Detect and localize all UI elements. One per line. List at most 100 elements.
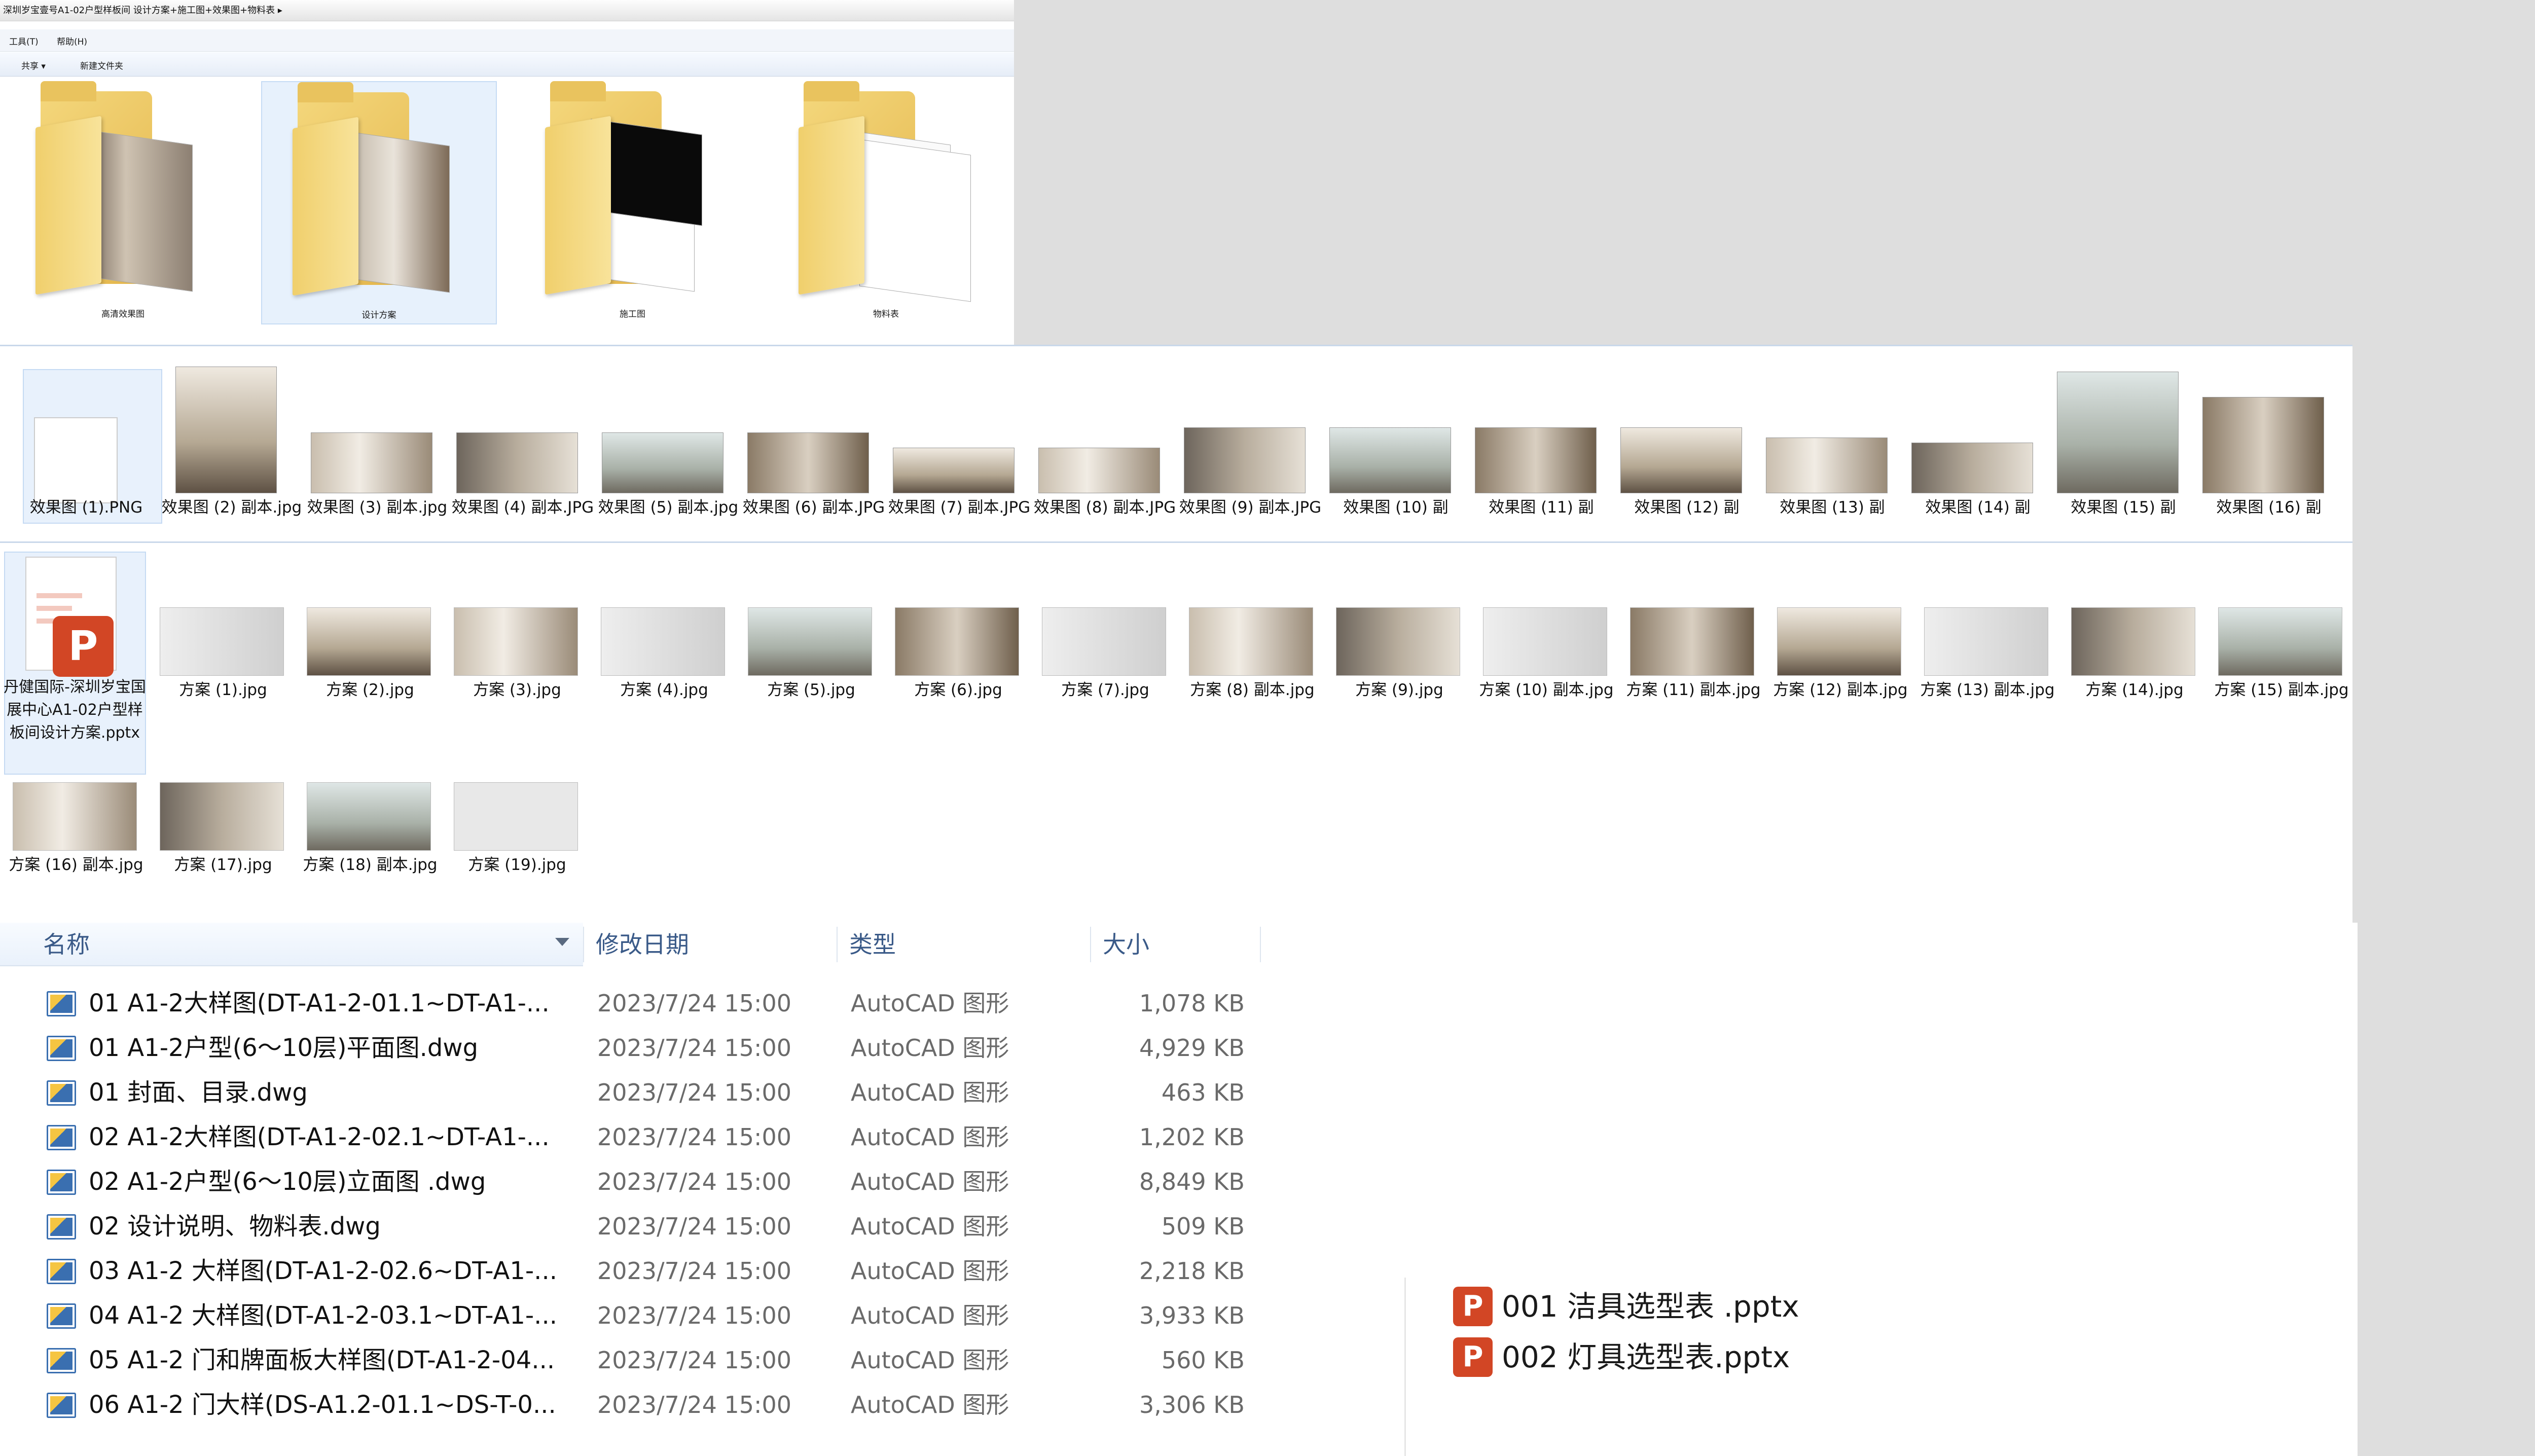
- column-header-type[interactable]: 类型: [849, 923, 896, 966]
- file-type: AutoCAD 图形: [851, 990, 1009, 1017]
- folder-material-list[interactable]: 物料表: [768, 81, 1004, 324]
- menu-help[interactable]: 帮助(H): [57, 34, 87, 47]
- thumbnail[interactable]: [311, 432, 432, 493]
- thumbnail[interactable]: [1189, 607, 1313, 676]
- file-type: AutoCAD 图形: [851, 1346, 1009, 1374]
- thumbnail-label: 效果图 (8) 副本.JPG: [1033, 498, 1176, 517]
- thumbnail[interactable]: [2218, 607, 2342, 676]
- folder-label: 施工图: [620, 309, 645, 319]
- thumbnail[interactable]: [895, 607, 1019, 676]
- thumbnail[interactable]: [2202, 397, 2324, 493]
- thumbnail[interactable]: [1038, 448, 1160, 493]
- file-size: 560 KB: [1161, 1346, 1245, 1374]
- file-name: 05 A1-2 门和牌面板大样图(DT-A1-2-04...: [89, 1346, 555, 1374]
- file-row[interactable]: 02 设计说明、物料表.dwg 2023/7/24 15:00 AutoCAD 图形…: [0, 1204, 1318, 1249]
- thumbnail-label: 方案 (5).jpg: [767, 681, 855, 699]
- file-size: 1,202 KB: [1139, 1123, 1245, 1151]
- file-row[interactable]: 01 A1-2户型(6～10层)平面图.dwg 2023/7/24 15:00 Au…: [0, 1026, 1318, 1070]
- thumbnail[interactable]: [1620, 427, 1742, 493]
- thumbnail[interactable]: [601, 607, 725, 676]
- dwg-file-icon: [47, 1170, 76, 1195]
- thumbnail[interactable]: [2057, 372, 2179, 493]
- file-date: 2023/7/24 15:00: [597, 1346, 792, 1374]
- file-row[interactable]: 04 A1-2 大样图(DT-A1-2-03.1~DT-A1-... 2023/7…: [0, 1293, 1318, 1338]
- file-row[interactable]: 02 A1-2户型(6～10层)立面图 .dwg 2023/7/24 15:00 A…: [0, 1159, 1318, 1204]
- thumbnail[interactable]: [1336, 607, 1460, 676]
- file-size: 3,306 KB: [1139, 1391, 1245, 1418]
- new-folder-button[interactable]: 新建文件夹: [80, 59, 123, 71]
- file-row[interactable]: 02 A1-2大样图(DT-A1-2-02.1~DT-A1-... 2023/7/…: [0, 1115, 1318, 1159]
- dwg-file-icon: [47, 1214, 76, 1240]
- thumbnail[interactable]: [34, 417, 118, 503]
- thumbnail[interactable]: [13, 782, 137, 851]
- dwg-file-icon: [47, 1348, 76, 1373]
- thumbnail[interactable]: [160, 607, 284, 676]
- thumbnail-label: 效果图 (1).PNG: [29, 498, 143, 517]
- thumbnail-label: 方案 (1).jpg: [179, 681, 267, 699]
- pptx-file-icon[interactable]: P: [25, 557, 117, 677]
- thumbnail-label: 方案 (7).jpg: [1061, 681, 1149, 699]
- file-row[interactable]: 01 A1-2大样图(DT-A1-2-01.1~DT-A1-... 2023/7/…: [0, 981, 1318, 1026]
- thumbnail[interactable]: [160, 782, 284, 851]
- thumbnail-label: 效果图 (11) 副本.jpg: [1489, 498, 1594, 517]
- file-row[interactable]: 01 封面、目录.dwg 2023/7/24 15:00 AutoCAD 图形 463…: [0, 1070, 1318, 1115]
- file-type: AutoCAD 图形: [851, 1079, 1009, 1106]
- pptx-file-lighting[interactable]: 002 灯具选型表.pptx: [1502, 1334, 1790, 1380]
- file-name: 03 A1-2 大样图(DT-A1-2-02.6~DT-A1-...: [89, 1257, 557, 1285]
- details-window: 名称 修改日期 类型 大小 01 A1-2大样图(DT-A1-2-01.1~DT…: [0, 923, 2358, 1456]
- thumbnail-label: 方案 (18) 副本.jpg: [303, 856, 438, 874]
- folder-hd-renderings[interactable]: 高清效果图: [5, 81, 241, 324]
- folder-construction-drawings[interactable]: 施工图: [515, 81, 750, 324]
- thumbnail[interactable]: [1329, 427, 1451, 493]
- thumbnail[interactable]: [1777, 607, 1901, 676]
- file-type: AutoCAD 图形: [851, 1257, 1009, 1285]
- file-name: 02 A1-2大样图(DT-A1-2-02.1~DT-A1-...: [89, 1123, 550, 1151]
- file-type: AutoCAD 图形: [851, 1391, 1009, 1418]
- file-row[interactable]: 06 A1-2 门大样(DS-A1.2-01.1~DS-T-0... 2023/7…: [0, 1382, 1318, 1427]
- folder-design-scheme[interactable]: 设计方案: [261, 81, 497, 324]
- file-size: 8,849 KB: [1139, 1168, 1245, 1195]
- thumbnail[interactable]: [1766, 438, 1888, 493]
- thumbnail-label: 方案 (15) 副本.jpg: [2214, 681, 2349, 699]
- sort-arrow-icon[interactable]: [555, 938, 569, 946]
- thumbnail[interactable]: [1042, 607, 1166, 676]
- thumbnail[interactable]: [1184, 427, 1306, 493]
- thumbnail[interactable]: [747, 432, 869, 493]
- pptx-file-label: 丹健国际-深圳岁宝国展中心A1-02户型样板间设计方案.pptx: [4, 678, 146, 742]
- thumbnail-label: 效果图 (16) 副本.jpg: [2216, 498, 2322, 517]
- thumbnail[interactable]: [2071, 607, 2195, 676]
- file-date: 2023/7/24 15:00: [597, 1213, 792, 1240]
- thumbnail[interactable]: [1911, 443, 2033, 493]
- thumbnail[interactable]: [1924, 607, 2048, 676]
- pptx-file-sanitary[interactable]: 001 洁具选型表 .pptx: [1502, 1284, 1799, 1329]
- thumbnail[interactable]: [307, 607, 431, 676]
- thumbnail[interactable]: [1630, 607, 1754, 676]
- thumbnail[interactable]: [748, 607, 872, 676]
- column-header-name[interactable]: 名称: [43, 923, 90, 966]
- file-date: 2023/7/24 15:00: [597, 1079, 792, 1106]
- column-header-size[interactable]: 大小: [1103, 923, 1149, 966]
- thumbnail[interactable]: [175, 367, 277, 493]
- thumbnail[interactable]: [456, 432, 578, 493]
- dwg-file-icon: [47, 1036, 76, 1061]
- file-date: 2023/7/24 15:00: [597, 1257, 792, 1285]
- thumbnail[interactable]: [454, 782, 578, 851]
- thumbnail[interactable]: [1483, 607, 1607, 676]
- file-row[interactable]: 05 A1-2 门和牌面板大样图(DT-A1-2-04... 2023/7/24 …: [0, 1338, 1318, 1382]
- column-header-date[interactable]: 修改日期: [596, 923, 689, 966]
- thumbnail[interactable]: [454, 607, 578, 676]
- thumbnail[interactable]: [893, 448, 1015, 493]
- file-row[interactable]: 03 A1-2 大样图(DT-A1-2-02.6~DT-A1-... 2023/7…: [0, 1249, 1318, 1293]
- thumbnail-label: 效果图 (4) 副本.JPG: [451, 498, 594, 517]
- share-button[interactable]: 共享 ▾: [21, 59, 46, 71]
- file-size: 463 KB: [1161, 1079, 1245, 1106]
- file-name: 02 A1-2户型(6～10层)立面图 .dwg: [89, 1168, 486, 1196]
- thumbnail[interactable]: [602, 432, 723, 493]
- thumbnail[interactable]: [1475, 427, 1597, 493]
- file-size: 2,218 KB: [1139, 1257, 1245, 1285]
- menu-tools[interactable]: 工具(T): [9, 34, 39, 47]
- address-bar[interactable]: 深圳岁宝壹号A1-02户型样板间 设计方案+施工图+效果图+物料表 ▸: [0, 0, 1014, 21]
- thumbnail[interactable]: [307, 782, 431, 851]
- menu-bar: 工具(T) 帮助(H): [0, 29, 1014, 52]
- dwg-file-icon: [47, 991, 76, 1016]
